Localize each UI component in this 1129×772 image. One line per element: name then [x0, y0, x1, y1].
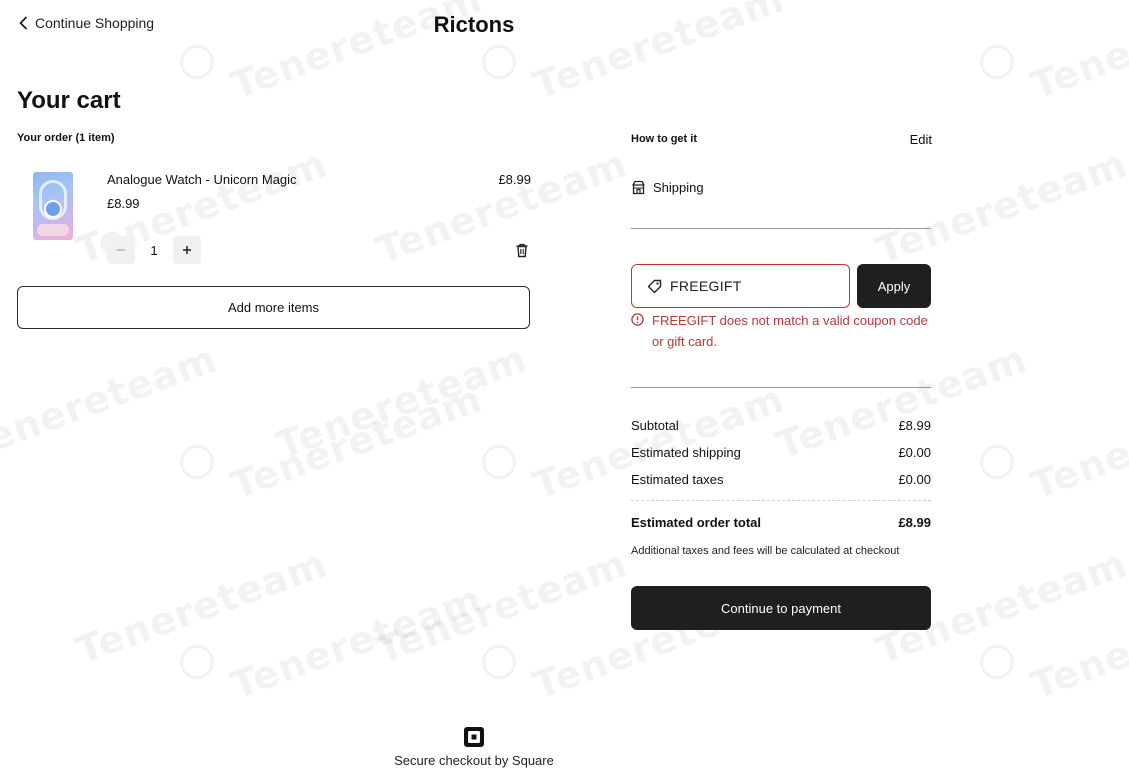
watermark-logo-icon	[482, 45, 516, 79]
quantity-stepper: 1	[107, 236, 201, 264]
cart-item-name[interactable]: Analogue Watch - Unicorn Magic	[107, 172, 297, 187]
cart-item-unit-price: £8.99	[107, 196, 140, 211]
watermark-logo-icon	[980, 45, 1014, 79]
total-label: Estimated order total	[631, 515, 762, 530]
watermark-text: Tenereteam	[1025, 576, 1129, 708]
watermark-text: Tenereteam	[225, 376, 488, 508]
shipping-method-label: Shipping	[653, 180, 704, 195]
watermark-text: Tenereteam	[870, 141, 1129, 273]
add-more-items-button[interactable]: Add more items	[17, 286, 530, 329]
quantity-value: 1	[150, 242, 158, 258]
watermark-text: Tenereteam	[370, 141, 633, 273]
taxes-label: Estimated taxes	[631, 472, 724, 487]
coupon-error: FREEGIFT does not match a valid coupon c…	[631, 310, 933, 352]
taxes-value: £0.00	[898, 472, 931, 487]
continue-to-payment-button[interactable]: Continue to payment	[631, 586, 931, 630]
coupon-code-field[interactable]: FREEGIFT	[631, 264, 850, 308]
plus-icon	[183, 246, 191, 254]
coupon-code-value: FREEGIFT	[670, 278, 742, 294]
order-count: Your order (1 item)	[17, 132, 115, 144]
divider	[631, 228, 931, 229]
shipping-value: £0.00	[898, 445, 931, 460]
subtotal-row: Subtotal £8.99	[631, 418, 931, 433]
minus-icon	[117, 249, 125, 251]
trash-icon[interactable]	[515, 243, 529, 258]
shipping-label: Estimated shipping	[631, 445, 741, 460]
watermark-text: Tenereteam	[225, 576, 488, 708]
increase-quantity-button[interactable]	[173, 236, 201, 264]
product-thumbnail[interactable]	[33, 172, 73, 240]
cart-item-line-total: £8.99	[498, 172, 531, 187]
watermark-logo-icon	[980, 445, 1014, 479]
watermark-logo-icon	[482, 445, 516, 479]
watermark-logo-icon	[980, 645, 1014, 679]
watermark-text: Tenereteam	[527, 376, 790, 508]
watermark-text: Tenereteam	[70, 541, 333, 673]
tag-icon	[647, 279, 662, 293]
watermark-logo-icon	[180, 645, 214, 679]
watermark-text: Tenereteam	[370, 541, 633, 673]
dashed-divider	[631, 500, 931, 501]
shipping-row: Estimated shipping £0.00	[631, 445, 931, 460]
taxes-row: Estimated taxes £0.00	[631, 472, 931, 487]
watermark-text: Tenereteam	[1025, 376, 1129, 508]
coupon-error-message: FREEGIFT does not match a valid coupon c…	[652, 313, 928, 349]
shipping-method: Shipping	[631, 180, 704, 195]
watermark-logo-icon	[180, 445, 214, 479]
checkout-note: Additional taxes and fees will be calcul…	[631, 545, 900, 557]
subtotal-value: £8.99	[898, 418, 931, 433]
error-icon	[631, 313, 644, 326]
watermark-text: Tenereteam	[0, 336, 223, 468]
decrease-quantity-button[interactable]	[107, 236, 135, 264]
store-name[interactable]: Rictons	[0, 12, 948, 38]
apply-coupon-button[interactable]: Apply	[857, 264, 931, 308]
secure-checkout-text: Secure checkout by Square	[394, 753, 554, 768]
total-row: Estimated order total £8.99	[631, 515, 931, 530]
divider	[631, 387, 931, 388]
watermark-logo-icon	[180, 45, 214, 79]
watermark-text: Tenereteam	[270, 336, 533, 468]
square-logo-icon	[464, 727, 484, 747]
watermark-logo-icon	[482, 645, 516, 679]
store-icon	[632, 180, 645, 195]
subtotal-label: Subtotal	[631, 418, 679, 433]
watermark: Tenereteam Tenereteam Tenereteam Teneret…	[0, 0, 1129, 772]
edit-fulfillment-link[interactable]: Edit	[880, 132, 932, 147]
watermark-text: Tenereteam	[1025, 0, 1129, 108]
page-title: Your cart	[17, 87, 121, 114]
total-value: £8.99	[898, 515, 931, 530]
fulfillment-label: How to get it	[631, 133, 697, 145]
